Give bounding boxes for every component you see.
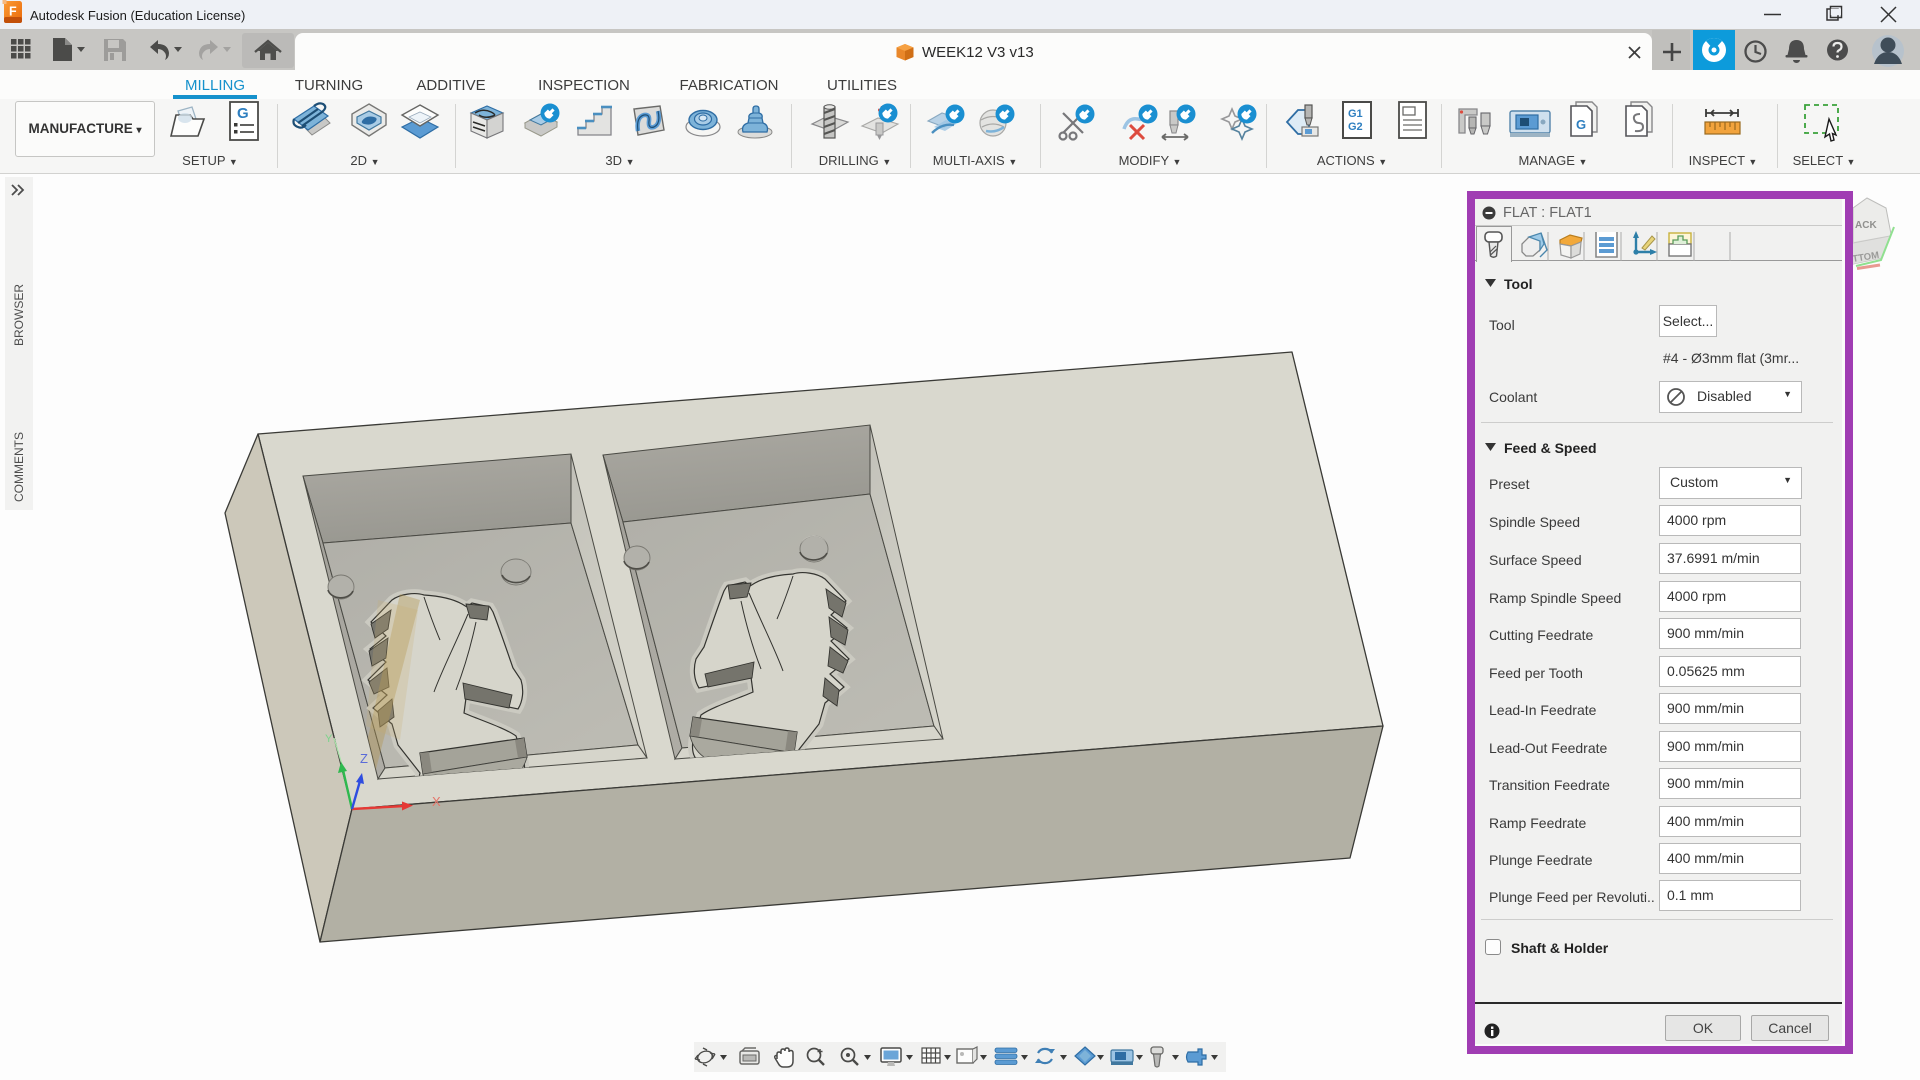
svg-text:ACK: ACK xyxy=(1855,220,1877,231)
svg-text:X: X xyxy=(432,794,441,809)
svg-text:Y: Y xyxy=(325,733,333,745)
svg-text:Z: Z xyxy=(360,751,368,766)
